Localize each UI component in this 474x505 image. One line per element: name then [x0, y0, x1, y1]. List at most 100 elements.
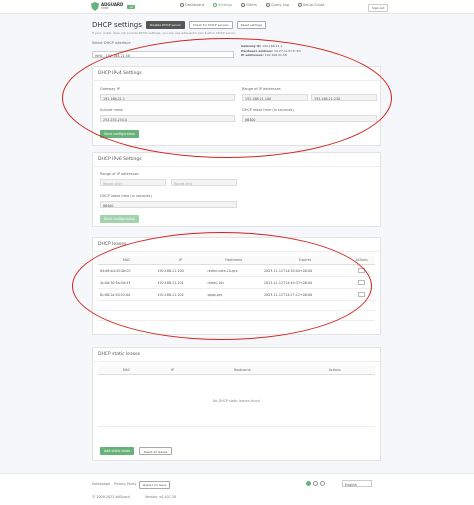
check-dhcp-button[interactable]: Check for DHCP servers	[188, 21, 233, 29]
ipv6-title: DHCP IPv6 Settings	[93, 153, 380, 167]
page-title: DHCP settings	[92, 21, 142, 29]
nav-label: Setup Guide	[302, 3, 325, 7]
leases-card: DHCP leases MAC IP Hostname Expires Acti…	[92, 237, 381, 335]
ip-info-value: 192.168.21.58	[264, 53, 287, 57]
ipv6-card: DHCP IPv6 Settings Range of IP addresses…	[92, 152, 381, 227]
col-actions: Actions	[294, 366, 375, 375]
logo-sub: HOME	[101, 7, 109, 10]
homepage-link[interactable]: Homepage	[92, 482, 110, 486]
logo[interactable]: ADGUARD HOME v0	[91, 2, 136, 11]
make-static-button[interactable]	[358, 292, 366, 297]
gateway-info-label: Gateway IP:	[241, 44, 262, 48]
lease-ip: 192.168.21.101	[155, 276, 206, 289]
table-row: 84:d8:b4:45:0b:07 192.168.21.100 redmi-n…	[98, 264, 375, 277]
lease-ip: 192.168.21.100	[155, 264, 206, 277]
interface-info: Gateway IP: 192.168.21.1 Hardware addres…	[241, 44, 301, 58]
nav-label: Query Log	[270, 3, 289, 7]
reset-leases-button[interactable]: Reset all leases	[139, 447, 173, 455]
empty-row	[98, 301, 375, 311]
privacy-link[interactable]: Privacy Policy	[114, 482, 136, 486]
static-table-wrap: MAC IP Hostname Actions No DHCP static l…	[93, 362, 380, 431]
ipv6-save-button[interactable]: Save configuration	[100, 215, 140, 223]
ipv4-mask-input[interactable]: 255.255.255.0	[100, 115, 235, 122]
empty-row	[98, 311, 375, 321]
leases-table: MAC IP Hostname Expires Actions 84:d8:b4…	[98, 256, 375, 301]
ipv4-card: DHCP IPv4 Settings Gateway IP 192.168.21…	[92, 66, 381, 146]
nav-label: Filters	[246, 3, 257, 7]
theme-toggle	[306, 481, 325, 486]
ipv4-lease-label: DHCP lease time (in seconds)	[242, 108, 294, 112]
report-issue-button[interactable]: Report an issue	[139, 481, 171, 489]
lease-mac: 4c:0d:30:5a:5d:43	[98, 276, 156, 289]
ipv4-range-end-input[interactable]: 192.168.21.230	[311, 94, 377, 101]
ip-info-label: IP addresses:	[241, 53, 264, 57]
leases-title: DHCP leases	[93, 238, 380, 252]
static-leases-card: DHCP static leases MAC IP Hostname Actio…	[92, 347, 381, 461]
col-hostname[interactable]: Hostname	[189, 366, 295, 375]
nav-settings[interactable]: Settings	[213, 3, 232, 7]
ipv4-range-start-input[interactable]: 192.168.21.100	[242, 94, 308, 101]
title-row: DHCP settings Disable DHCP server Check …	[92, 21, 266, 29]
nav-query-log[interactable]: Query Log	[265, 3, 289, 7]
sign-out-button[interactable]: Sign out	[368, 4, 389, 12]
copyright: © 2009-2023 AdGuard	[92, 495, 130, 499]
ipv6-range-end-input[interactable]: Range end	[171, 179, 237, 186]
col-hostname[interactable]: Hostname	[205, 256, 262, 265]
nav-label: Settings	[218, 3, 233, 7]
language-select[interactable]: English	[342, 480, 372, 487]
col-expires[interactable]: Expires	[261, 256, 349, 265]
nav-filters[interactable]: Filters	[241, 3, 257, 7]
ipv4-range-label: Range of IP addresses	[242, 87, 281, 91]
lease-expires: 2023-11-12T14:30:04+08:00	[261, 264, 349, 277]
disable-dhcp-button[interactable]: Disable DHCP server	[145, 21, 185, 29]
col-actions: Actions	[348, 256, 375, 265]
table-row: 8c:88:2a:50:52:00 192.168.21.102 oppo-pr…	[98, 288, 375, 301]
light-theme-icon[interactable]	[313, 481, 318, 486]
gateway-info-value: 192.168.21.1	[262, 44, 283, 48]
nav-setup-guide[interactable]: Setup Guide	[297, 3, 325, 7]
add-static-lease-button[interactable]: Add static lease	[100, 447, 135, 455]
nav-dashboard[interactable]: Dashboard	[180, 3, 204, 7]
filters-icon	[241, 3, 246, 7]
dashboard-icon	[180, 3, 184, 7]
ipv6-range-start-input[interactable]: Range start	[100, 179, 166, 186]
lease-host: redmi-10c	[205, 276, 262, 289]
make-static-button[interactable]	[358, 268, 366, 273]
static-table: MAC IP Hostname Actions	[98, 366, 375, 375]
ipv4-title: DHCP IPv4 Settings	[93, 67, 380, 81]
version-badge: v0	[127, 4, 136, 9]
auto-theme-icon[interactable]	[306, 481, 311, 486]
dark-theme-icon[interactable]	[320, 481, 325, 486]
version-text: Version: v0.107.28	[145, 495, 176, 499]
col-mac[interactable]: MAC	[98, 256, 156, 265]
dhcp-hint: If your router does not provide DHCP set…	[92, 31, 236, 35]
col-mac[interactable]: MAC	[98, 366, 155, 375]
lease-ip: 192.168.21.102	[155, 288, 206, 301]
ipv4-save-button[interactable]: Save configuration	[100, 130, 140, 138]
main-nav: Dashboard Settings Filters Query Log Set…	[180, 3, 324, 7]
interface-select[interactable]: eth0 - 192.168.21.58	[92, 51, 234, 58]
lease-host: oppo-pro	[205, 288, 262, 301]
leases-table-wrap: MAC IP Hostname Expires Actions 84:d8:b4…	[93, 252, 380, 325]
lease-host: redmi-note-10-pro	[205, 264, 262, 277]
lease-expires: 2023-11-12T14:27:12+08:00	[261, 288, 349, 301]
col-ip[interactable]: IP	[155, 256, 206, 265]
query-log-icon	[265, 3, 270, 7]
ipv6-lease-label: DHCP lease time (in seconds)	[100, 194, 152, 198]
ipv6-range-label: Range of IP addresses	[100, 172, 139, 176]
hw-info-value: 5d:27:ce:57:fc:63	[274, 48, 301, 53]
ipv4-gateway-input[interactable]: 192.168.21.1	[100, 94, 235, 101]
interface-label: Select DHCP interface	[92, 41, 131, 45]
ipv4-gateway-label: Gateway IP	[100, 87, 120, 91]
reset-settings-button[interactable]: Reset settings	[236, 21, 266, 29]
nav-label: Dashboard	[185, 3, 204, 7]
hw-info-label: Hardware address:	[241, 48, 274, 53]
settings-icon	[213, 3, 217, 7]
make-static-button[interactable]	[358, 280, 366, 285]
top-navbar: ADGUARD HOME v0 Dashboard Settings Filte…	[0, 0, 474, 14]
table-row: 4c:0d:30:5a:5d:43 192.168.21.101 redmi-1…	[98, 276, 375, 289]
col-ip[interactable]: IP	[154, 366, 190, 375]
static-title: DHCP static leases	[93, 348, 380, 362]
ipv6-lease-input[interactable]: 86400	[100, 201, 237, 208]
ipv4-lease-input[interactable]: 86400	[242, 115, 377, 122]
